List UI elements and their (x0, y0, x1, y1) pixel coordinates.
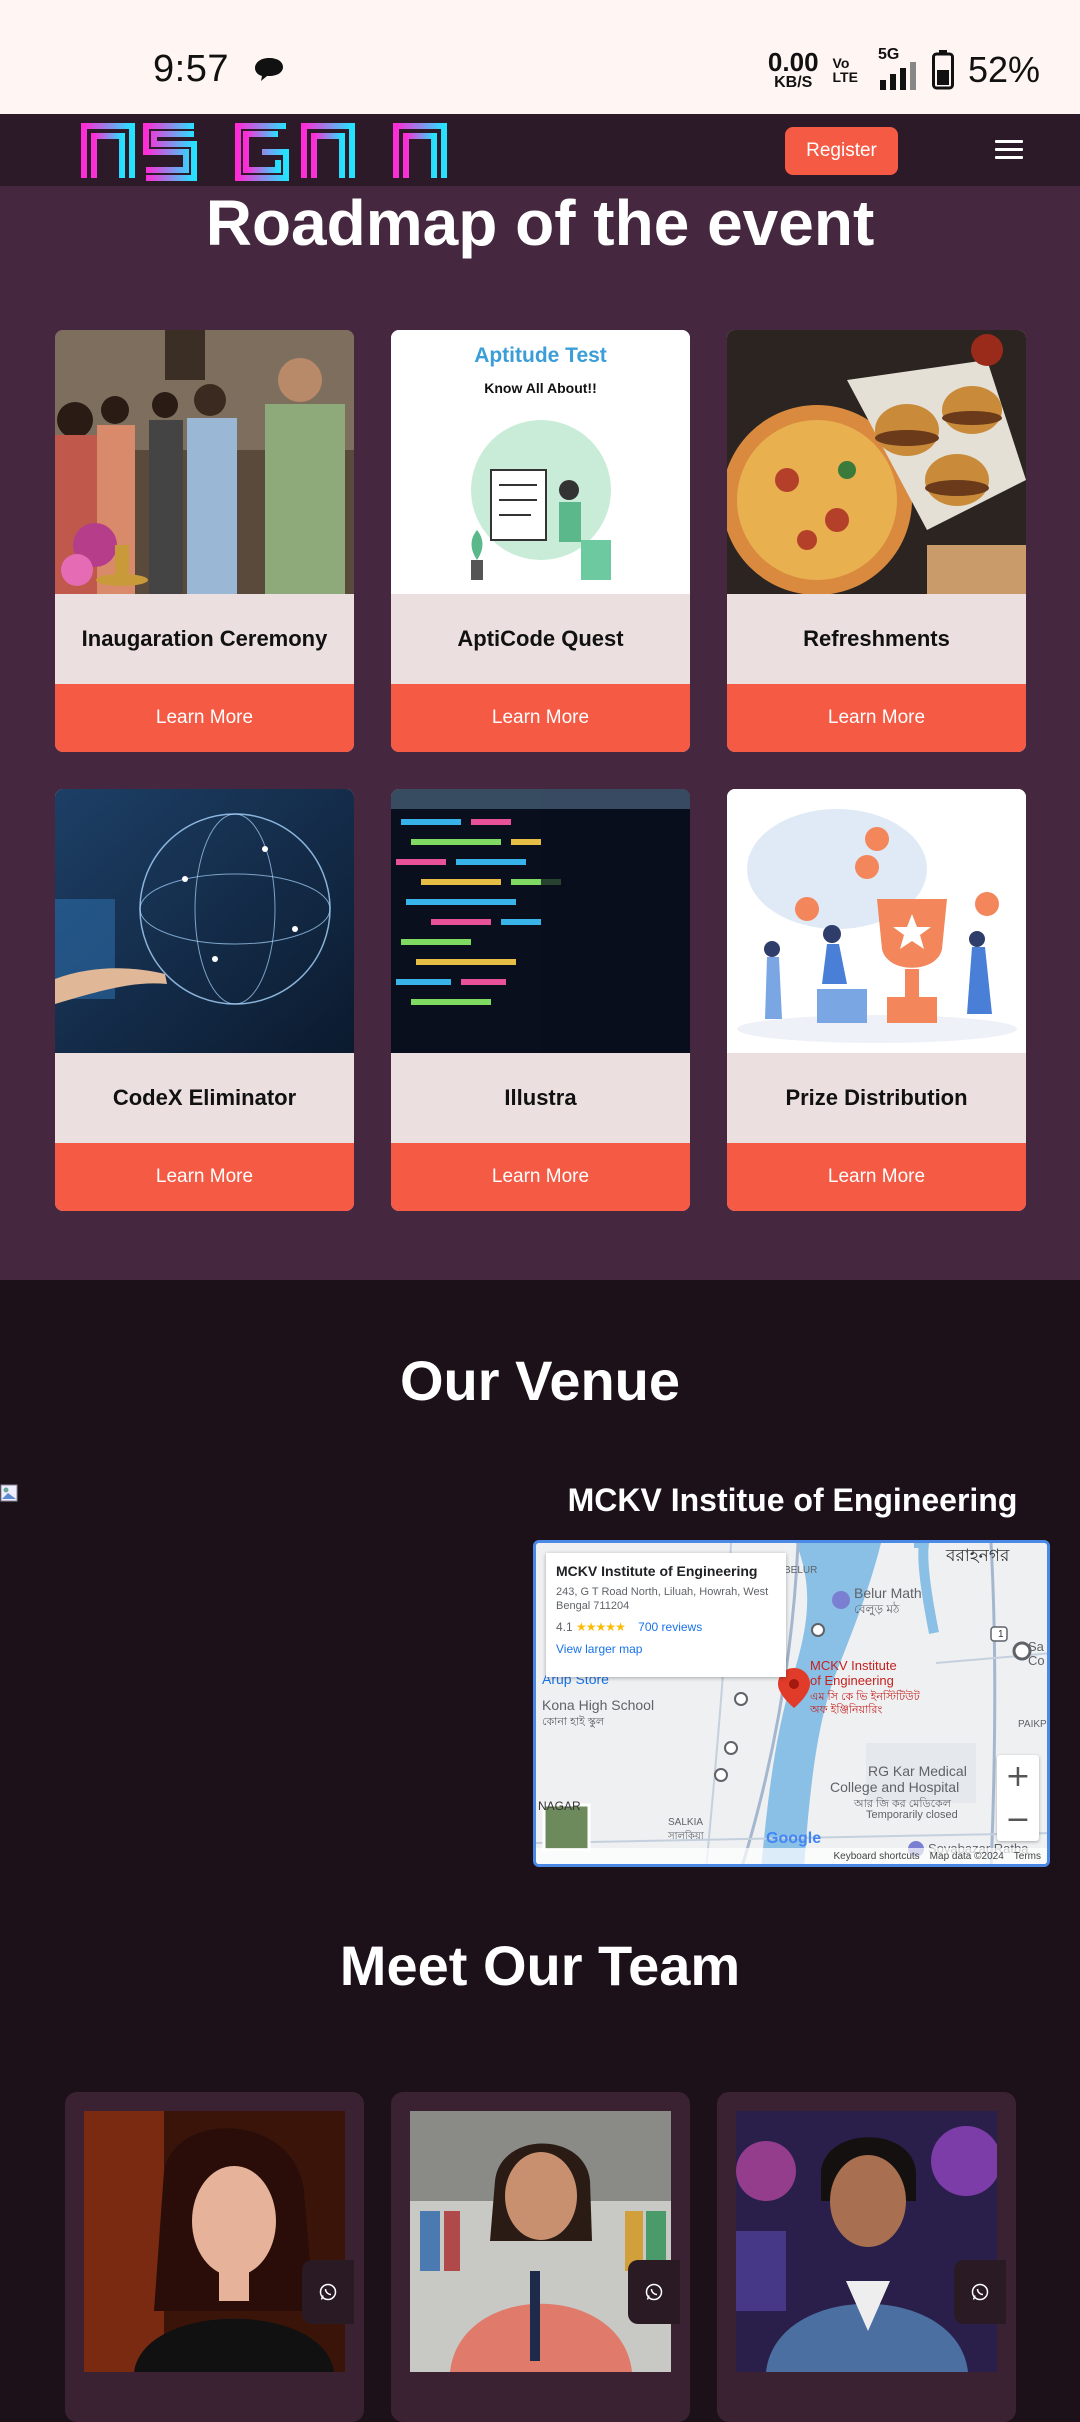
team-member-card (391, 2092, 690, 2422)
team-member-card (65, 2092, 364, 2422)
aptitude-heading: Aptitude Test (474, 344, 607, 367)
hamburger-menu-icon[interactable] (995, 140, 1023, 162)
map-place-name: MCKV Institute of Engineering (556, 1563, 758, 1579)
learn-more-button[interactable]: Learn More (55, 1143, 354, 1211)
card-illustra: Illustra Learn More (391, 789, 690, 1211)
map-label: Belur Math (854, 1585, 922, 1601)
learn-more-button[interactable]: Learn More (55, 684, 354, 752)
map-footer: Keyboard shortcuts Map data ©2024 Terms (536, 1848, 1047, 1864)
volte-indicator: Vo LTE (832, 55, 858, 85)
roadmap-title: Roadmap of the event (205, 187, 875, 259)
whatsapp-icon[interactable] (628, 2260, 680, 2324)
map-zoom-control: + − (997, 1755, 1039, 1841)
map-label: NAGAR (538, 1799, 581, 1813)
view-larger-map-link[interactable]: View larger map (556, 1642, 776, 1656)
map-label: অফ ইঞ্জিনিয়ারিং (810, 1704, 883, 1716)
codex-image (55, 789, 354, 1053)
map-label: 1 (998, 1629, 1004, 1640)
map-label: কোনা হাই স্কুল (542, 1716, 605, 1728)
chat-bubble-icon (255, 58, 283, 81)
map-info-card: MCKV Institute of Engineering 243, G T R… (546, 1553, 786, 1677)
learn-more-button[interactable]: Learn More (391, 1143, 690, 1211)
map-label: বেলুড় মঠ (854, 1602, 900, 1616)
map-label: Sa (1028, 1639, 1044, 1654)
map-address: 243, G T Road North, Liluah, Howrah, Wes… (556, 1586, 769, 1613)
card-title: CodeX Eliminator (112, 1085, 297, 1110)
venue-name: MCKV Institue of Engineering (567, 1482, 1018, 1518)
zoom-in-button[interactable]: + (997, 1755, 1039, 1798)
map-label: Kona High School (542, 1697, 655, 1713)
map-label: সালকিয়া (668, 1831, 704, 1842)
inauguration-image (55, 330, 354, 594)
card-title: Refreshments (803, 626, 950, 651)
google-logo: Google (766, 1830, 822, 1847)
battery-icon (931, 50, 954, 90)
team-member-card (717, 2092, 1016, 2422)
card-title: Prize Distribution (785, 1085, 968, 1110)
card-inauguration: Inaugaration Ceremony Learn More (55, 330, 354, 752)
map-rating: 4.1 ★★★★★ 700 reviews (556, 1619, 703, 1634)
card-prize: Prize Distribution Learn More (727, 789, 1026, 1211)
card-codex: CodeX Eliminator Learn More (55, 789, 354, 1211)
learn-more-button[interactable]: Learn More (727, 684, 1026, 752)
venue-map[interactable]: বরাহনগর BELUR Belur Math বেলুড় মঠ 1 Sa … (533, 1540, 1050, 1867)
map-label: BELUR (784, 1565, 818, 1576)
prize-image (727, 789, 1026, 1053)
card-refreshments: Refreshments Learn More (727, 330, 1026, 752)
status-bar: 9:57 0.00 KB/S Vo LTE 5G 52% (0, 0, 1080, 114)
signal-icon: 5G (872, 46, 918, 90)
keyboard-shortcuts-link[interactable]: Keyboard shortcuts (834, 1851, 920, 1862)
map-label: বরাহনগর (946, 1546, 1010, 1565)
team-member-photo (410, 2111, 671, 2372)
insignia-logo[interactable] (54, 120, 500, 182)
card-title: Illustra (504, 1085, 577, 1110)
battery-percent: 52% (967, 49, 1040, 90)
broken-image-icon (0, 1484, 18, 1502)
refreshments-image (727, 330, 1026, 594)
card-apticode: Aptitude Test Know All About!! AptiCode … (391, 330, 690, 752)
rating-stars-icon: ★★★★★ (576, 1619, 626, 1634)
map-label: MCKV Institute (810, 1658, 897, 1673)
learn-more-button[interactable]: Learn More (727, 1143, 1026, 1211)
zoom-out-button[interactable]: − (997, 1798, 1039, 1841)
map-label: College and Hospital (830, 1779, 960, 1795)
status-time: 9:57 (153, 48, 229, 90)
team-title: Meet Our Team (339, 1934, 741, 1997)
roadmap-section: Roadmap of the event Inaugaration Ceremo… (0, 186, 1080, 1280)
venue-title: Our Venue (399, 1349, 681, 1412)
card-title: Inaugaration Ceremony (81, 626, 328, 651)
aptitude-image: Aptitude Test Know All About!! (391, 330, 690, 594)
map-label: SALKIA (668, 1817, 704, 1828)
map-reviews-link[interactable]: 700 reviews (638, 1620, 702, 1634)
illustra-image (391, 789, 690, 1053)
map-label: RG Kar Medical (868, 1763, 967, 1779)
team-member-photo (736, 2111, 997, 2372)
network-speed: 0.00 KB/S (767, 47, 819, 91)
card-title: AptiCode Quest (457, 626, 624, 651)
map-label: Temporarily closed (866, 1809, 958, 1821)
team-member-photo (84, 2111, 345, 2372)
map-data: Map data ©2024 (929, 1850, 1004, 1862)
top-nav: Register (0, 114, 1080, 186)
status-right: 0.00 KB/S Vo LTE 5G 52% (768, 44, 1040, 96)
whatsapp-icon[interactable] (954, 2260, 1006, 2324)
learn-more-button[interactable]: Learn More (391, 684, 690, 752)
terms-link[interactable]: Terms (1014, 1851, 1041, 1862)
map-label: Co (1028, 1653, 1045, 1668)
register-button[interactable]: Register (785, 127, 898, 175)
aptitude-subheading: Know All About!! (484, 380, 597, 396)
whatsapp-icon[interactable] (302, 2260, 354, 2324)
map-label: PAIKP (1018, 1719, 1047, 1730)
map-label: of Engineering (810, 1673, 894, 1688)
